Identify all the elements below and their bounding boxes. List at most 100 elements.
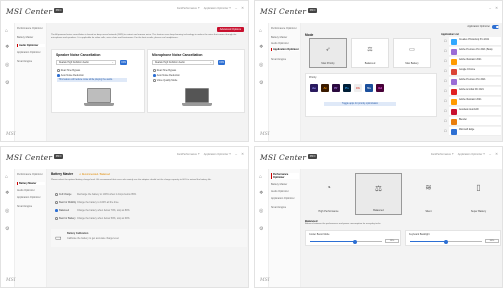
list-item[interactable]: ☐ Blender	[444, 117, 501, 126]
option-full-charge[interactable]: Full Charge Recharge the battery to 100% …	[55, 193, 137, 196]
chrome-icon[interactable]: Ch	[354, 84, 362, 92]
list-item[interactable]: ☐ Microsoft Edge	[444, 127, 501, 136]
illustrator-icon[interactable]: Ai	[321, 84, 329, 92]
nav-performance-optimizer[interactable]: Performance Optimizer	[17, 173, 45, 176]
slider2-value[interactable]: 50%	[485, 239, 499, 243]
mode-high-performance[interactable]: ◔ High Performance	[305, 173, 352, 215]
nav-audio-optimizer[interactable]: Audio Optimizer	[17, 44, 45, 48]
checkbox-icon[interactable]: ☐	[444, 119, 447, 123]
checkbox-icon[interactable]: ☐	[444, 49, 447, 53]
list-item[interactable]: ☐ Google Chrome	[444, 67, 501, 76]
close-icon[interactable]: ✕	[495, 152, 498, 156]
mode-balanced[interactable]: ⚖ Balanced	[351, 38, 389, 68]
feature-icon[interactable]: ❖	[259, 191, 263, 196]
home-icon[interactable]: ⌂	[5, 29, 8, 34]
checkbox-icon[interactable]: ☐	[444, 109, 447, 113]
mode-silent[interactable]: ≋ Silent	[405, 173, 452, 215]
checkbox-icon[interactable]: ☐	[444, 129, 447, 133]
mic-option-anr[interactable]: Auto Noise Reduction	[153, 74, 180, 77]
settings-icon[interactable]: ⚙	[259, 81, 263, 86]
close-icon[interactable]: ✕	[495, 6, 498, 10]
speaker-option-anr[interactable]: Auto Noise Reduction	[57, 74, 84, 77]
list-item[interactable]: ☐ Autodesk AutoCAD	[444, 107, 501, 116]
list-item[interactable]: ☐ Adobe Illustrator 2021	[444, 97, 501, 106]
list-item[interactable]: ☐ Adobe Premiere Pro 2021	[444, 77, 501, 86]
slider2[interactable]	[410, 239, 482, 244]
nav-smart-engine[interactable]: Smart Engine	[271, 206, 299, 209]
mic-on-button[interactable]: ON	[218, 60, 225, 65]
nav-smart-engine[interactable]: Smart Engine	[17, 205, 45, 208]
nav-performance-optimizer[interactable]: Performance Optimizer	[17, 27, 45, 30]
list-item[interactable]: ☐ Adobe Acrobat DC 2021	[444, 87, 501, 96]
close-icon[interactable]: ✕	[241, 6, 244, 10]
nav-battery-master[interactable]: Battery Master	[271, 36, 299, 39]
photoshop-icon[interactable]: Ps	[343, 84, 351, 92]
minimize-icon[interactable]: –	[235, 152, 237, 156]
nav-application-optimizer[interactable]: Application Optimizer	[271, 197, 299, 200]
settings-icon[interactable]: ⚙	[5, 227, 9, 232]
minimize-icon[interactable]: –	[235, 6, 237, 10]
settings-icon[interactable]: ⚙	[5, 81, 9, 86]
nav-performance-optimizer[interactable]: Performance Optimizer	[271, 27, 299, 30]
feature-icon[interactable]: ❖	[259, 45, 263, 50]
mic-device-select[interactable]: Realtek High Definition Audio ⌄	[152, 60, 214, 65]
support-icon[interactable]: ◎	[5, 209, 9, 214]
feature-icon[interactable]: ❖	[5, 45, 9, 50]
slider1[interactable]	[310, 239, 382, 244]
close-icon[interactable]: ✕	[241, 152, 244, 156]
advanced-options-button[interactable]: Advanced Options	[216, 27, 244, 32]
nav-smart-engine[interactable]: Smart Engine	[271, 58, 299, 61]
slider1-value[interactable]: 15%	[385, 239, 399, 243]
app-optimizer-menu[interactable]: Application Optimizer ⯆	[204, 153, 231, 156]
mic-option-bypass[interactable]: Real-Time Bypass	[153, 69, 176, 72]
mic-option-voice[interactable]: Voice Quality Mode	[153, 79, 177, 82]
nav-battery-master[interactable]: Battery Master	[17, 36, 45, 39]
checkbox-icon[interactable]: ☐	[444, 59, 447, 63]
nav-application-optimizer[interactable]: Application Optimizer	[17, 196, 45, 199]
fan-performance-menu[interactable]: Fan/Performance ⯆	[177, 7, 200, 10]
nav-smart-engine[interactable]: Smart Engine	[17, 60, 45, 63]
mode-balanced[interactable]: ⚖ Balanced	[355, 173, 402, 215]
settings-icon[interactable]: ⚙	[259, 227, 263, 232]
speaker-device-select[interactable]: Realtek High Definition Audio ⌄	[56, 60, 116, 65]
home-icon[interactable]: ⌂	[259, 29, 262, 34]
xd-icon[interactable]: Xd	[376, 84, 384, 92]
nav-audio-optimizer[interactable]: Audio Optimizer	[271, 190, 299, 193]
mode-super-battery[interactable]: ▯ Super Battery	[455, 173, 502, 215]
app-optimizer-toggle[interactable]	[492, 25, 499, 29]
minimize-icon[interactable]: –	[489, 152, 491, 156]
nav-battery-master[interactable]: Battery Master	[271, 183, 299, 186]
list-item[interactable]: ☐ Creative Photoshop Pro 2021	[444, 37, 501, 46]
slider1-knob[interactable]	[352, 239, 357, 244]
checkbox-icon[interactable]: ☐	[444, 79, 447, 83]
mode-max-battery[interactable]: ▭ Max Battery	[393, 38, 431, 68]
support-icon[interactable]: ◎	[5, 63, 9, 68]
option-best-for-battery[interactable]: Best for Battery Charge the battery when …	[55, 217, 130, 220]
list-item[interactable]: ☐ Adobe Premiere Pro 2021 (Beta)	[444, 47, 501, 56]
speaker-on-button[interactable]: ON	[120, 60, 127, 65]
slider2-knob[interactable]	[444, 239, 448, 244]
fan-performance-menu[interactable]: Fan/Performance ⯆	[177, 153, 200, 156]
app-optimizer-menu[interactable]: Application Optimizer ⯆	[204, 7, 231, 10]
home-icon[interactable]: ⌂	[259, 175, 262, 180]
nav-battery-master[interactable]: Battery Master	[17, 182, 45, 186]
app-optimizer-menu[interactable]: Application Optimizer ⯆	[458, 153, 485, 156]
after-effects-icon[interactable]: Ae	[310, 84, 318, 92]
nav-audio-optimizer[interactable]: Audio Optimizer	[271, 42, 299, 45]
nav-audio-optimizer[interactable]: Audio Optimizer	[17, 189, 45, 192]
vscode-icon[interactable]: Vs	[365, 84, 373, 92]
home-icon[interactable]: ⌂	[5, 175, 8, 180]
checkbox-icon[interactable]: ☐	[444, 89, 447, 93]
support-icon[interactable]: ◎	[259, 209, 263, 214]
feature-icon[interactable]: ❖	[5, 191, 9, 196]
mode-max-priority[interactable]: ➶ Max Priority	[309, 38, 347, 68]
checkbox-icon[interactable]: ☐	[444, 39, 447, 43]
nav-performance-optimizer[interactable]: Performance Optimizer	[271, 173, 299, 180]
option-balanced[interactable]: Balanced Charge the battery when below 70…	[55, 209, 130, 212]
nav-application-optimizer[interactable]: Application Optimizer	[17, 51, 45, 54]
option-best-for-mobility[interactable]: Best for Mobility Charge the battery to 1…	[55, 201, 119, 204]
checkbox-icon[interactable]: ☐	[444, 69, 447, 73]
premiere-icon[interactable]: Pr	[332, 84, 340, 92]
list-item[interactable]: ☐ Adobe Illustrator 2021	[444, 57, 501, 66]
support-icon[interactable]: ◎	[259, 63, 263, 68]
